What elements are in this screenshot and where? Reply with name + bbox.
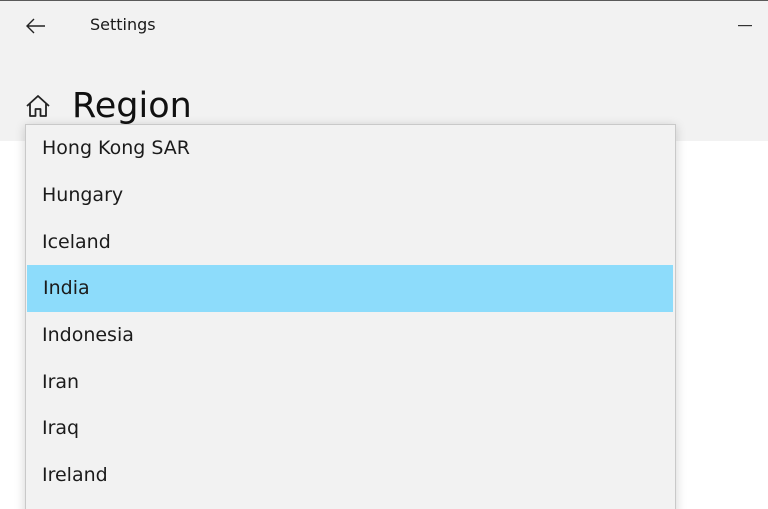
list-item-hungary[interactable]: Hungary <box>26 172 675 219</box>
country-dropdown-list[interactable]: Hong Kong SAR Hungary Iceland India Indo… <box>25 124 676 509</box>
page-heading: Region <box>24 82 192 130</box>
home-icon[interactable] <box>24 92 52 120</box>
list-item-iceland[interactable]: Iceland <box>26 218 675 265</box>
minimize-icon <box>738 25 752 27</box>
list-item-india-selected[interactable]: India <box>27 265 673 312</box>
minimize-button[interactable] <box>722 6 768 46</box>
page-title: Region <box>72 86 192 126</box>
list-item-iran[interactable]: Iran <box>26 358 675 405</box>
settings-window: Settings Region Hong Kong SAR Hungary Ic… <box>0 0 768 509</box>
list-item-iraq[interactable]: Iraq <box>26 405 675 452</box>
list-item-hong-kong-sar[interactable]: Hong Kong SAR <box>26 125 675 172</box>
list-item-ireland[interactable]: Ireland <box>26 452 675 499</box>
list-item-indonesia[interactable]: Indonesia <box>26 312 675 359</box>
app-title: Settings <box>90 15 156 34</box>
back-arrow-icon <box>26 18 45 34</box>
back-button[interactable] <box>16 6 56 46</box>
